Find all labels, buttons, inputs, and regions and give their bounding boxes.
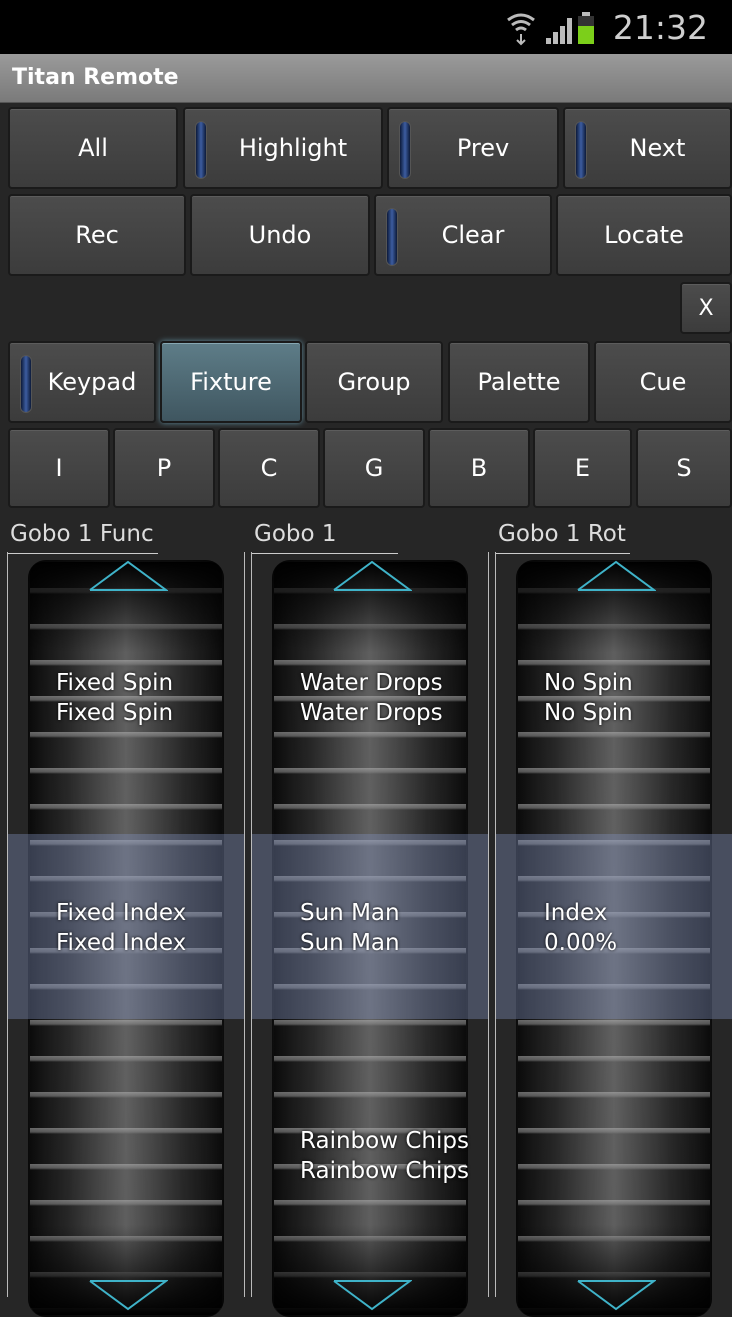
option-line: No Spin <box>544 670 633 696</box>
prev-button[interactable]: Prev <box>387 107 559 189</box>
option-above[interactable]: No Spin No Spin <box>544 668 633 728</box>
tab-group[interactable]: Group <box>305 341 443 423</box>
attribute-beam-button[interactable]: B <box>428 428 530 508</box>
attribute-label: C <box>260 454 278 482</box>
attribute-intensity-button[interactable]: I <box>8 428 110 508</box>
fader-label: Gobo 1 Func <box>8 521 158 554</box>
option-line: Fixed Spin <box>56 700 174 726</box>
attribute-label: P <box>156 454 172 482</box>
scroll-down-arrow-icon[interactable] <box>332 1279 412 1311</box>
signal-icon <box>546 18 572 44</box>
rec-button-label: Rec <box>75 221 119 249</box>
title-bar: Titan Remote <box>0 54 732 103</box>
clear-button[interactable]: Clear <box>374 194 552 276</box>
rec-button[interactable]: Rec <box>8 194 186 276</box>
undo-button[interactable]: Undo <box>190 194 370 276</box>
tab-cue[interactable]: Cue <box>594 341 732 423</box>
option-above[interactable]: Water Drops Water Drops <box>300 668 443 728</box>
close-button[interactable]: X <box>680 282 732 334</box>
status-bar: 21:32 <box>0 0 732 54</box>
attribute-position-button[interactable]: P <box>113 428 215 508</box>
highlight-indicator <box>195 121 207 179</box>
scroll-up-arrow-icon[interactable] <box>576 560 656 592</box>
close-button-label: X <box>698 295 714 321</box>
fader-gobo-1-func[interactable]: Fixed Spin Fixed Spin Fixed Index Fixed … <box>7 552 245 1317</box>
highlight-button-label: Highlight <box>238 134 348 162</box>
attribute-label: G <box>364 454 384 482</box>
option-line: Fixed Index <box>56 900 187 926</box>
clear-button-label: Clear <box>441 221 505 249</box>
attribute-label: S <box>676 454 692 482</box>
attribute-special-button[interactable]: S <box>636 428 732 508</box>
scroll-down-arrow-icon[interactable] <box>576 1279 656 1311</box>
scroll-up-arrow-icon[interactable] <box>332 560 412 592</box>
next-indicator <box>575 121 587 179</box>
locate-button-label: Locate <box>604 221 684 249</box>
option-above[interactable]: Fixed Spin Fixed Spin <box>56 668 173 728</box>
scroll-down-arrow-icon[interactable] <box>88 1279 168 1311</box>
option-line: Water Drops <box>300 670 443 696</box>
tab-cue-label: Cue <box>639 368 687 396</box>
tab-keypad-label: Keypad <box>47 368 137 396</box>
option-line: Fixed Spin <box>56 670 174 696</box>
tab-fixture[interactable]: Fixture <box>160 341 302 423</box>
status-time: 21:32 <box>612 8 708 47</box>
tab-palette[interactable]: Palette <box>448 341 590 423</box>
keypad-indicator <box>20 355 32 413</box>
highlight-button[interactable]: Highlight <box>183 107 383 189</box>
tab-keypad[interactable]: Keypad <box>8 341 156 423</box>
app-title: Titan Remote <box>12 65 179 90</box>
scroll-up-arrow-icon[interactable] <box>88 560 168 592</box>
option-line: No Spin <box>544 700 633 726</box>
option-line: Water Drops <box>300 700 443 726</box>
next-button-label: Next <box>629 134 686 162</box>
fader-gobo-1[interactable]: Water Drops Water Drops Sun Man Sun Man … <box>251 552 489 1317</box>
fader-label: Gobo 1 <box>252 521 398 554</box>
tab-group-label: Group <box>337 368 411 396</box>
option-line: Rainbow Chips <box>300 1128 469 1154</box>
option-line: Index <box>544 900 608 926</box>
attribute-label: E <box>574 454 591 482</box>
prev-indicator <box>399 121 411 179</box>
option-line: Fixed Index <box>56 930 187 956</box>
all-button-label: All <box>78 134 108 162</box>
all-button[interactable]: All <box>8 107 178 189</box>
current-value: Sun Man Sun Man <box>300 898 400 958</box>
next-button[interactable]: Next <box>563 107 732 189</box>
attribute-label: I <box>55 454 63 482</box>
attribute-colour-button[interactable]: C <box>218 428 320 508</box>
attribute-effect-button[interactable]: E <box>533 428 632 508</box>
clear-indicator <box>386 208 398 266</box>
option-line: Rainbow Chips <box>300 1158 469 1184</box>
battery-icon <box>578 12 594 44</box>
fader-label: Gobo 1 Rot <box>496 521 630 554</box>
status-icons <box>507 12 594 46</box>
locate-button[interactable]: Locate <box>556 194 732 276</box>
current-value: Index 0.00% <box>544 898 617 958</box>
current-value: Fixed Index Fixed Index <box>56 898 186 958</box>
option-line: 0.00% <box>544 930 618 956</box>
undo-button-label: Undo <box>248 221 312 249</box>
attribute-label: B <box>470 454 488 482</box>
attribute-gobo-button[interactable]: G <box>323 428 425 508</box>
fader-gobo-1-rot[interactable]: No Spin No Spin Index 0.00% <box>495 552 732 1317</box>
wifi-icon <box>507 13 535 46</box>
option-line: Sun Man <box>300 930 400 956</box>
prev-button-label: Prev <box>456 134 510 162</box>
tab-fixture-label: Fixture <box>190 368 272 396</box>
option-line: Sun Man <box>300 900 400 926</box>
tab-palette-label: Palette <box>477 368 561 396</box>
option-below[interactable]: Rainbow Chips Rainbow Chips <box>300 1126 469 1186</box>
